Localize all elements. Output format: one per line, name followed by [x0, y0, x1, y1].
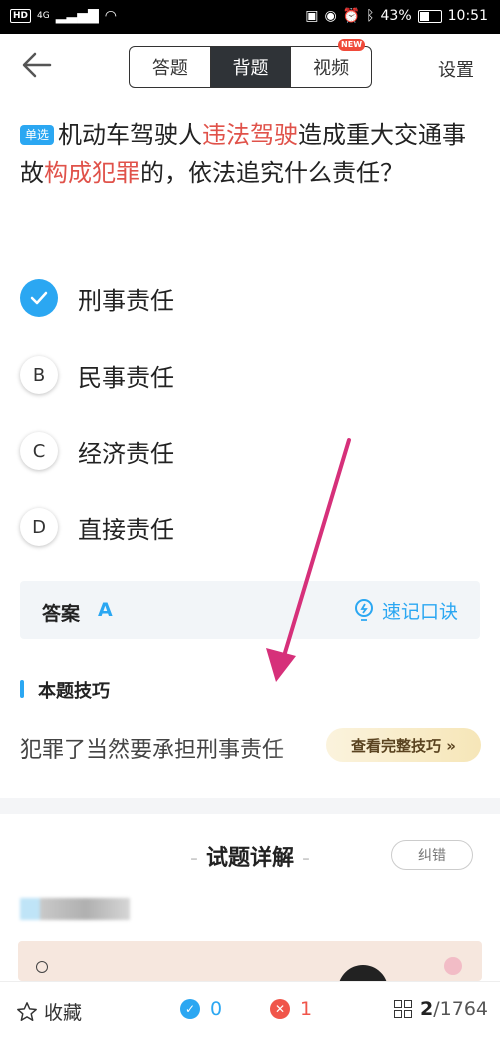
- answer-value: A: [98, 599, 113, 621]
- option-d[interactable]: D 直接责任: [20, 503, 440, 551]
- status-bar: HD 4G ▂▃▅▇ ◠ ▣ ◉ ⏰ ᛒ 43% 10:51: [0, 0, 500, 34]
- option-text: 民事责任: [78, 363, 174, 392]
- tab-answer[interactable]: 答题: [130, 47, 210, 87]
- quick-memo-button[interactable]: 速记口诀: [354, 597, 458, 624]
- answer-box: 答案 A 速记口诀: [20, 581, 480, 639]
- option-text: 直接责任: [78, 515, 174, 544]
- question-progress[interactable]: 2/1764: [394, 998, 488, 1020]
- skill-title: 本题技巧: [38, 681, 110, 702]
- report-error-button[interactable]: 纠错: [391, 840, 473, 870]
- text-fade: [270, 728, 330, 764]
- back-arrow-icon[interactable]: [22, 50, 62, 86]
- mode-tabs: 答题 背题 视频 NEW: [129, 39, 372, 88]
- explanation-image[interactable]: [18, 941, 482, 995]
- correct-count[interactable]: ✓ 0: [180, 998, 222, 1020]
- battery-percent: 43%: [380, 8, 412, 24]
- blurred-author: [20, 898, 130, 920]
- checkmark-icon: [20, 279, 58, 317]
- favorite-button[interactable]: 收藏: [16, 998, 82, 1025]
- option-letter: C: [20, 432, 58, 470]
- alarm-icon: ⏰: [342, 8, 361, 24]
- bluetooth-icon: ᛒ: [366, 8, 375, 24]
- option-a[interactable]: 刑事责任: [20, 274, 440, 322]
- option-letter: B: [20, 356, 58, 394]
- tab-video[interactable]: 视频 NEW: [290, 39, 371, 87]
- lightbulb-icon: [354, 598, 373, 621]
- nfc-icon: ▣: [305, 8, 319, 24]
- option-c[interactable]: C 经济责任: [20, 427, 440, 475]
- battery-icon: [417, 9, 442, 23]
- grid-icon: [394, 1000, 412, 1018]
- option-b[interactable]: B 民事责任: [20, 351, 440, 399]
- wifi-icon: ◠: [104, 8, 118, 24]
- section-divider: [0, 798, 500, 814]
- answer-label: 答案: [42, 603, 81, 625]
- wrong-count[interactable]: ✕ 1: [270, 998, 312, 1020]
- tab-memorize[interactable]: 背题: [209, 47, 291, 87]
- view-full-skill-button[interactable]: 查看完整技巧 »: [326, 728, 481, 762]
- wrong-icon: ✕: [270, 999, 290, 1019]
- option-text: 刑事责任: [78, 286, 174, 315]
- signal-icon: ▂▃▅▇: [55, 8, 99, 24]
- question-text: 单选 机动车驾驶人违法驾驶造成重大交通事故构成犯罪的，依法追究什么责任？: [20, 121, 467, 187]
- correct-icon: ✓: [180, 999, 200, 1019]
- new-badge: NEW: [338, 39, 366, 51]
- hd-icon: HD: [10, 9, 32, 23]
- clock: 10:51: [447, 8, 488, 24]
- section-marker: [20, 680, 24, 698]
- question-type-badge: 单选: [20, 125, 55, 145]
- eye-icon: ◉: [324, 8, 337, 24]
- settings-button[interactable]: 设置: [438, 56, 474, 82]
- bottom-bar: 收藏 ✓ 0 ✕ 1 2/1764: [0, 981, 500, 1040]
- signal-label: 4G: [37, 11, 50, 21]
- star-icon: [17, 1001, 37, 1021]
- option-letter: D: [20, 508, 58, 546]
- option-text: 经济责任: [78, 439, 174, 468]
